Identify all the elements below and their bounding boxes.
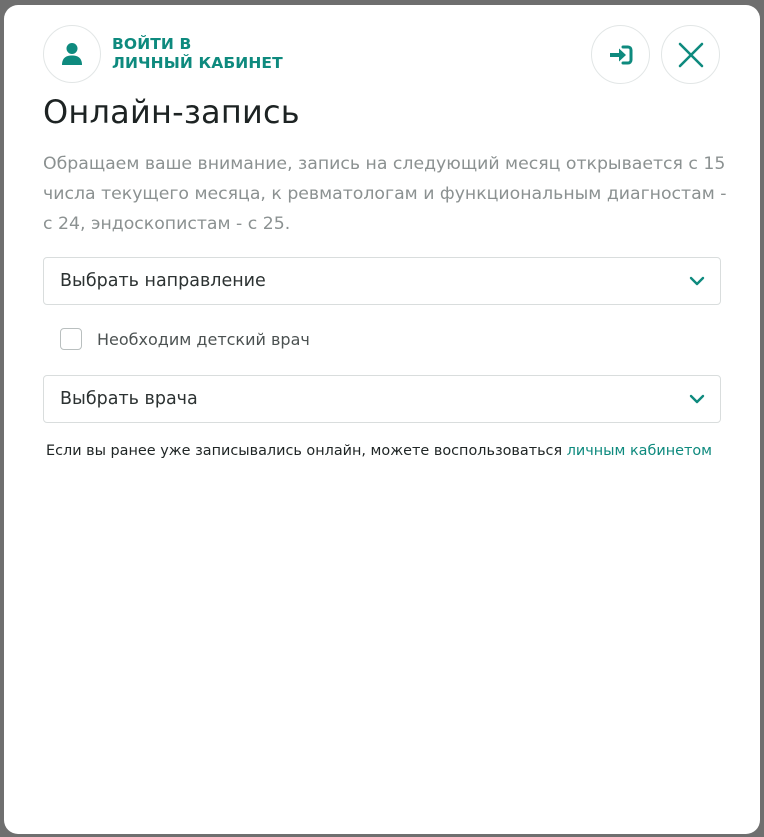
login-link[interactable]: ВОЙТИ В ЛИЧНЫЙ КАБИНЕТ xyxy=(43,25,283,83)
cabinet-hint: Если вы ранее уже записывались онлайн, м… xyxy=(46,443,712,459)
page-title: Онлайн-запись xyxy=(43,93,300,131)
child-doctor-option[interactable]: Необходим детский врач xyxy=(60,328,310,350)
user-icon xyxy=(62,43,82,65)
login-label-line2[interactable]: ЛИЧНЫЙ КАБИНЕТ xyxy=(112,54,283,73)
chevron-down-icon xyxy=(689,276,705,286)
child-doctor-label[interactable]: Необходим детский врач xyxy=(97,330,310,349)
cabinet-link[interactable]: личным кабинетом xyxy=(567,443,712,459)
booking-notice: Обращаем ваше внимание, запись на следую… xyxy=(43,154,727,234)
direction-select-label: Выбрать направление xyxy=(60,271,266,291)
avatar[interactable] xyxy=(43,25,101,83)
close-icon xyxy=(678,42,703,67)
enter-cabinet-button[interactable] xyxy=(591,25,650,84)
login-label[interactable]: ВОЙТИ В ЛИЧНЫЙ КАБИНЕТ xyxy=(112,35,283,73)
online-booking-modal: ВОЙТИ В ЛИЧНЫЙ КАБИНЕТ Онлайн-запись Обр… xyxy=(4,5,760,834)
child-doctor-checkbox[interactable] xyxy=(60,328,82,350)
chevron-down-icon xyxy=(689,394,705,404)
login-label-line1[interactable]: ВОЙТИ В xyxy=(112,35,283,54)
direction-select[interactable]: Выбрать направление xyxy=(43,257,721,305)
close-button[interactable] xyxy=(661,25,720,84)
doctor-select-label: Выбрать врача xyxy=(60,389,198,409)
sign-in-icon xyxy=(609,45,632,64)
cabinet-hint-text: Если вы ранее уже записывались онлайн, м… xyxy=(46,443,567,459)
doctor-select[interactable]: Выбрать врача xyxy=(43,375,721,423)
